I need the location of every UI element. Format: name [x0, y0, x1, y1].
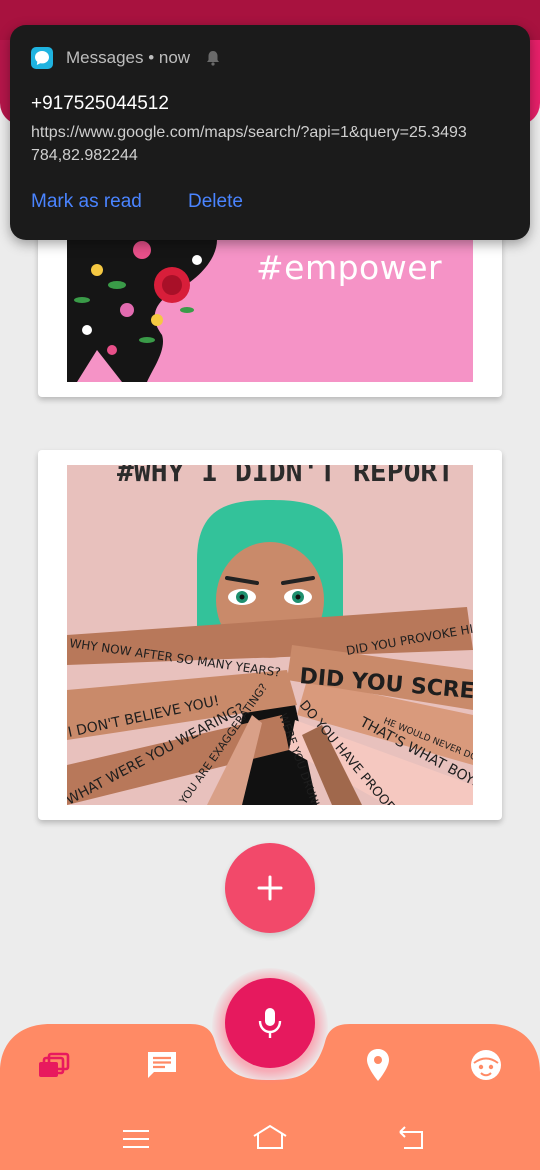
poster-title: #WHY I DIDN'T REPORT: [117, 465, 454, 488]
post-card-why-i-didnt-report[interactable]: #WHY I DIDN'T REPORT WHY NOW AFTER SO MA…: [38, 450, 502, 820]
system-home-button[interactable]: [252, 1124, 288, 1155]
back-icon: [399, 1126, 423, 1149]
add-post-button[interactable]: [225, 843, 315, 933]
delete-button[interactable]: Delete: [188, 191, 243, 213]
chat-nav-button[interactable]: [146, 1050, 178, 1085]
gallery-icon: [39, 1052, 70, 1077]
menu-icon: [123, 1130, 149, 1148]
bell-muted-icon: [206, 50, 220, 71]
chat-bubble-icon: [35, 51, 49, 65]
notification-sender: +917525044512: [31, 93, 169, 114]
location-nav-button[interactable]: [366, 1048, 390, 1087]
chat-icon: [148, 1052, 176, 1078]
empower-image: #empower: [67, 240, 473, 382]
location-pin-icon: [367, 1049, 389, 1081]
gallery-nav-button[interactable]: [38, 1052, 70, 1085]
mic-icon: [258, 1008, 282, 1038]
notification-meta: Messages • now: [66, 48, 191, 67]
face-icon: [471, 1050, 501, 1080]
plus-icon: [257, 875, 283, 901]
notification-message[interactable]: https://www.google.com/maps/search/?api=…: [31, 121, 471, 167]
voice-record-button[interactable]: [225, 978, 315, 1068]
messages-app-icon: [31, 47, 53, 69]
profile-nav-button[interactable]: [470, 1049, 502, 1086]
system-back-button[interactable]: [398, 1126, 426, 1155]
home-icon: [253, 1124, 287, 1149]
mark-as-read-button[interactable]: Mark as read: [31, 191, 142, 213]
why-i-didnt-report-image: #WHY I DIDN'T REPORT WHY NOW AFTER SO MA…: [67, 465, 473, 805]
message-notification[interactable]: Messages • now +917525044512 https://www…: [10, 25, 530, 240]
hashtag-text: #empower: [256, 248, 443, 287]
system-menu-button[interactable]: [122, 1128, 150, 1155]
poster-illustration: #WHY I DIDN'T REPORT WHY NOW AFTER SO MA…: [67, 465, 473, 805]
